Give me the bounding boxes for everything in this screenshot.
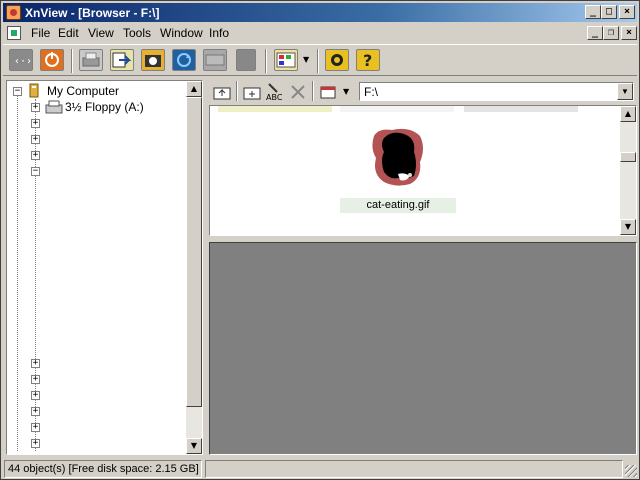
computer-icon (29, 83, 39, 98)
svg-text:‹·›: ‹·› (14, 56, 32, 67)
scroll-down-button[interactable]: ▼ (186, 438, 202, 454)
tree-item-floppy[interactable]: + 3½ Floppy (A:) (7, 99, 187, 115)
refresh-power-button[interactable] (40, 49, 64, 71)
delete-button[interactable] (288, 82, 308, 102)
thumbnails-view-icon (276, 52, 296, 68)
expand-toggle[interactable]: + (31, 439, 40, 448)
new-folder-icon (243, 87, 261, 100)
tree-scrollbar[interactable]: ▲ ▼ (186, 81, 202, 454)
new-folder-button[interactable] (242, 82, 262, 102)
convert-button[interactable] (110, 49, 134, 71)
convert-arrow-icon (112, 52, 132, 68)
expand-toggle[interactable]: + (31, 119, 40, 128)
delete-x-icon (291, 85, 305, 99)
scroll-thumb[interactable] (620, 152, 636, 162)
expand-toggle[interactable]: + (31, 151, 40, 160)
disabled-tool-button[interactable] (236, 49, 256, 71)
previous-row-caption[interactable] (464, 106, 578, 112)
previous-row-caption[interactable] (340, 106, 454, 112)
address-dropdown-button[interactable]: ▼ (617, 83, 633, 100)
printer-icon (82, 52, 100, 67)
scroll-thumb[interactable] (186, 97, 202, 407)
menu-view[interactable]: View (88, 26, 114, 40)
scroll-down-button[interactable]: ▼ (620, 219, 636, 235)
tree-label-my-computer: My Computer (47, 84, 120, 98)
menu-window[interactable]: Window (160, 26, 203, 40)
tree-item-my-computer[interactable]: − My Computer (7, 83, 187, 99)
menu-bar: File Edit View Tools Window Info _ ❐ × (3, 23, 637, 43)
expand-toggle[interactable]: + (31, 375, 40, 384)
capture-button[interactable] (141, 49, 165, 71)
expand-toggle[interactable]: + (31, 407, 40, 416)
address-value: F:\ (364, 85, 378, 99)
folder-up-icon (213, 87, 231, 100)
scroll-up-button[interactable]: ▲ (186, 81, 202, 97)
thumbnail-cat-eating[interactable] (370, 128, 423, 186)
menu-edit[interactable]: Edit (58, 26, 79, 40)
doc-restore-button[interactable]: ❐ (603, 26, 619, 40)
svg-text:ABC: ABC (266, 93, 283, 102)
expand-toggle[interactable]: + (31, 359, 40, 368)
question-mark-icon: ? (363, 51, 372, 70)
close-button[interactable]: × (619, 5, 635, 19)
status-secondary (205, 460, 623, 478)
acquire-button[interactable]: ‹·› (9, 49, 33, 71)
resize-grip[interactable] (625, 465, 637, 477)
html-export-button[interactable] (203, 49, 227, 71)
html-icon (205, 54, 225, 66)
filter-button[interactable] (318, 82, 338, 102)
rename-abc-icon: ABC (266, 83, 283, 102)
rename-button[interactable]: ABC (264, 82, 284, 102)
folder-tree[interactable]: − My Computer + 3½ Floppy (A:) + + + − +… (6, 80, 203, 455)
help-button[interactable]: ? (356, 49, 380, 71)
collapse-toggle[interactable]: − (13, 87, 22, 96)
cat-eating-thumbnail-image (372, 128, 423, 186)
previous-row-caption[interactable] (218, 106, 332, 112)
gear-icon (331, 54, 343, 66)
expand-toggle[interactable]: + (31, 391, 40, 400)
minimize-button[interactable]: _ (585, 5, 601, 19)
menu-file[interactable]: File (31, 26, 50, 40)
expand-toggle[interactable]: + (31, 135, 40, 144)
menu-info[interactable]: Info (209, 26, 229, 40)
power-icon (45, 52, 59, 67)
doc-close-button[interactable]: × (621, 26, 637, 40)
slideshow-button[interactable] (172, 49, 196, 71)
tree-label-floppy: 3½ Floppy (A:) (65, 100, 144, 114)
view-mode-button[interactable] (274, 49, 298, 71)
image-preview-pane[interactable] (209, 242, 637, 455)
expand-toggle[interactable]: + (31, 103, 40, 112)
thumbnail-caption[interactable]: cat-eating.gif (340, 198, 456, 213)
camera-icon (145, 55, 161, 67)
thumbnail-browser[interactable]: cat-eating.gif ▲ ▼ (209, 105, 637, 236)
cycle-icon (177, 53, 191, 67)
options-button[interactable] (325, 49, 349, 71)
status-bar: 44 object(s) [Free disk space: 2.15 GB] (3, 459, 637, 479)
xnview-app-icon[interactable] (6, 5, 21, 20)
floppy-drive-icon (45, 100, 63, 114)
print-button[interactable] (79, 49, 103, 71)
view-mode-dropdown-icon[interactable]: ▼ (303, 55, 309, 64)
maximize-button[interactable]: □ (601, 5, 617, 19)
expand-toggle[interactable]: + (31, 423, 40, 432)
window-title: XnView - [Browser - F:\] (25, 6, 160, 20)
filter-dropdown-icon[interactable]: ▼ (343, 87, 349, 96)
filter-icon (320, 86, 336, 99)
address-combobox[interactable]: F:\ ▼ (359, 82, 634, 101)
browser-scrollbar[interactable]: ▲ ▼ (620, 106, 636, 235)
status-objects-disk: 44 object(s) [Free disk space: 2.15 GB] (4, 460, 202, 478)
title-bar[interactable]: XnView - [Browser - F:\] _ □ × (3, 3, 637, 22)
document-system-menu-icon[interactable] (7, 26, 21, 40)
svg-text:?: ? (363, 51, 372, 70)
parent-folder-button[interactable] (212, 82, 232, 102)
main-toolbar: ‹·› ▼ ? (3, 44, 637, 76)
doc-minimize-button[interactable]: _ (587, 26, 603, 40)
browser-toolbar: ABC ▼ F:\ ▼ (208, 80, 637, 104)
xnview-window: XnView - [Browser - F:\] _ □ × File Edit… (0, 0, 640, 480)
menu-tools[interactable]: Tools (123, 26, 151, 40)
scroll-up-button[interactable]: ▲ (620, 106, 636, 122)
acquire-icon: ‹·› (14, 56, 32, 67)
collapse-toggle[interactable]: − (31, 167, 40, 176)
